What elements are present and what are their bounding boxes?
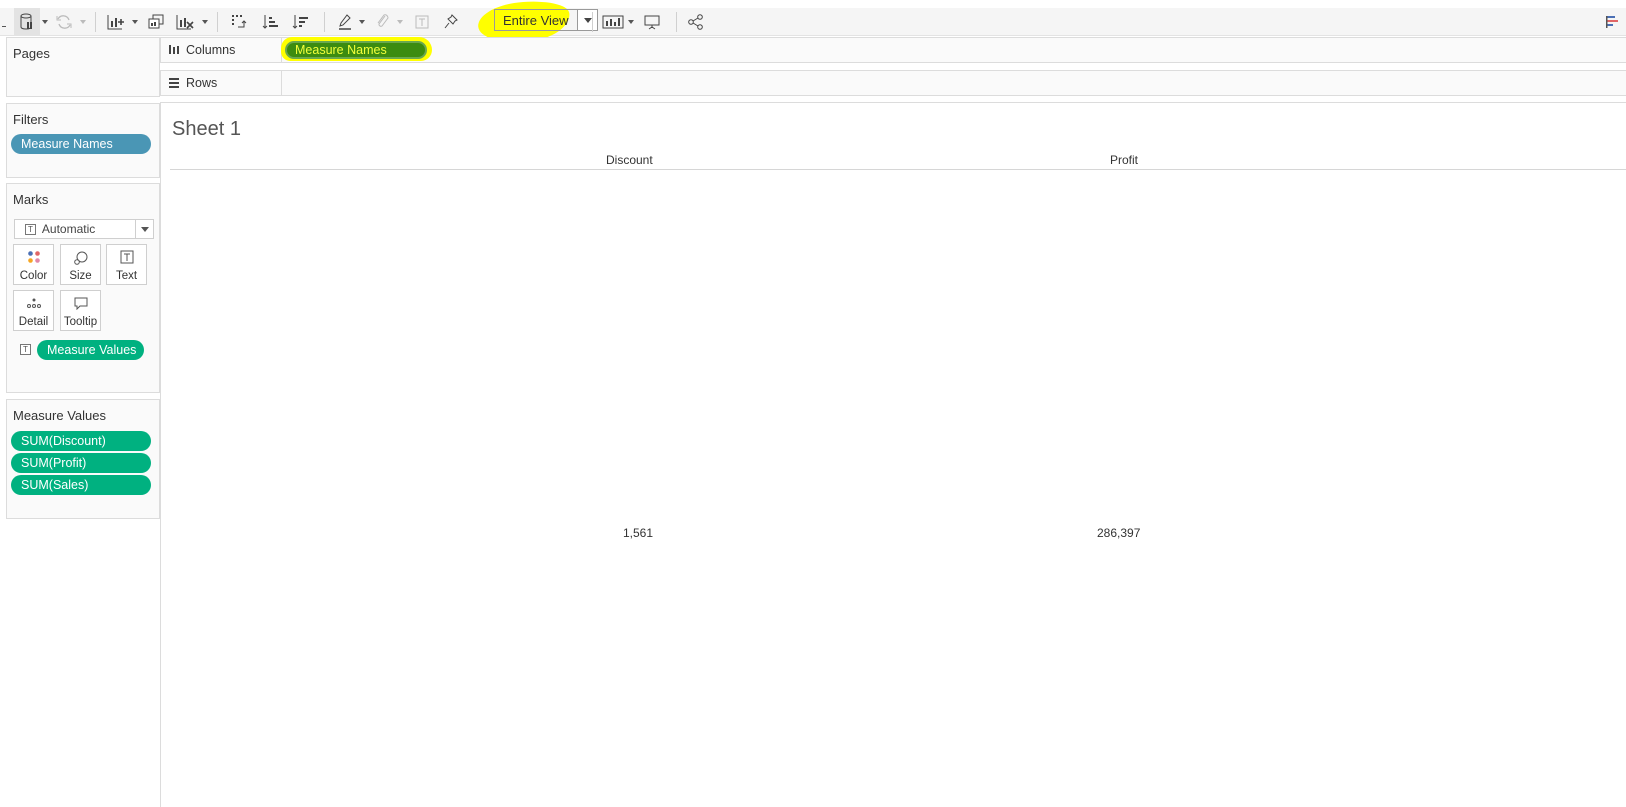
marks-text-label: Text	[115, 270, 138, 282]
rows-shelf[interactable]: Rows	[160, 70, 1626, 96]
group-icon[interactable]	[371, 8, 393, 36]
marks-tooltip-label: Tooltip	[63, 316, 98, 328]
marks-tooltip-button[interactable]: Tooltip	[60, 290, 101, 331]
marks-color-button[interactable]: Color	[13, 244, 54, 285]
mark-type-label: Automatic	[41, 222, 96, 236]
marks-detail-label: Detail	[18, 316, 49, 328]
text-icon	[107, 250, 146, 266]
refresh-icon[interactable]	[52, 8, 76, 36]
clear-sheet-dropdown-icon[interactable]	[202, 20, 208, 24]
sort-descending-icon[interactable]	[288, 8, 312, 36]
text-mark-icon: T	[25, 223, 36, 235]
toolbar-separator	[676, 12, 677, 32]
group-dropdown-icon[interactable]	[397, 20, 403, 24]
data-source-icon[interactable]	[14, 8, 40, 36]
refresh-dropdown-icon[interactable]	[80, 20, 86, 24]
clear-sheet-icon[interactable]	[173, 8, 197, 36]
marks-card: Marks T Automatic Color Size Text Detail…	[6, 183, 160, 393]
column-header-profit[interactable]: Profit	[1110, 153, 1138, 167]
sort-ascending-icon[interactable]	[258, 8, 282, 36]
pages-title: Pages	[13, 46, 50, 61]
toolbar-separator	[592, 12, 593, 32]
rows-shelf-label-area: Rows	[161, 71, 282, 95]
columns-shelf-label: Columns	[186, 43, 236, 57]
toolbar: Entire View	[0, 0, 1626, 47]
marks-size-label: Size	[69, 270, 92, 282]
cell-value-discount[interactable]: 1,561	[623, 526, 653, 540]
new-worksheet-icon[interactable]	[104, 8, 128, 36]
marks-title: Marks	[13, 192, 49, 207]
measure-values-card: Measure Values SUM(Discount) SUM(Profit)…	[6, 399, 160, 519]
marks-detail-button[interactable]: Detail	[13, 290, 54, 331]
duplicate-sheet-icon[interactable]	[144, 8, 168, 36]
marks-size-button[interactable]: Size	[60, 244, 101, 285]
sheet-title[interactable]: Sheet 1	[172, 118, 241, 141]
highlight-dropdown-icon[interactable]	[359, 20, 365, 24]
toolbar-separator	[217, 12, 218, 32]
mark-type-dropdown[interactable]: T Automatic	[14, 219, 154, 239]
swap-icon[interactable]	[226, 8, 250, 36]
show-me-icon[interactable]	[600, 8, 626, 36]
text-encoding-icon: T	[20, 344, 31, 355]
show-me-panel-icon[interactable]	[1602, 8, 1622, 36]
marks-field-pill-measure-values[interactable]: Measure Values	[37, 340, 144, 360]
data-source-dropdown-icon[interactable]	[42, 20, 48, 24]
cell-value-profit[interactable]: 286,397	[1097, 526, 1140, 540]
new-worksheet-dropdown-icon[interactable]	[132, 20, 138, 24]
chevron-down-icon[interactable]	[135, 220, 153, 238]
filters-title: Filters	[13, 112, 49, 127]
share-icon[interactable]	[684, 8, 708, 36]
measure-pill-sum-discount[interactable]: SUM(Discount)	[11, 431, 151, 451]
size-icon	[61, 250, 100, 266]
columns-pill-measure-names[interactable]: Measure Names	[285, 41, 427, 59]
columns-icon	[168, 44, 180, 58]
pin-icon[interactable]	[440, 8, 462, 36]
detail-icon	[14, 296, 53, 312]
filters-card[interactable]: Filters Measure Names	[6, 103, 160, 178]
show-me-dropdown-icon[interactable]	[628, 20, 634, 24]
marks-color-label: Color	[19, 270, 48, 282]
sheet-view[interactable]: Sheet 1 Discount Profit 1,561 286,397	[160, 102, 1626, 807]
chevron-down-icon[interactable]	[577, 10, 597, 30]
measure-pill-sum-profit[interactable]: SUM(Profit)	[11, 453, 151, 473]
measure-values-title: Measure Values	[13, 408, 106, 423]
filter-pill-measure-names[interactable]: Measure Names	[11, 134, 151, 154]
header-divider	[170, 169, 1626, 170]
toolbar-separator	[324, 12, 325, 32]
tooltip-icon	[61, 296, 100, 312]
presentation-icon[interactable]	[640, 8, 664, 36]
rows-shelf-label: Rows	[186, 76, 218, 90]
fit-dropdown-label: Entire View	[503, 12, 569, 28]
color-icon	[14, 250, 53, 266]
toolbar-edge-dash	[0, 8, 8, 36]
marks-text-button[interactable]: Text	[106, 244, 147, 285]
toolbar-separator	[95, 12, 96, 32]
tableau-workspace: Entire View Pages Filters Measure Names …	[0, 0, 1626, 807]
rows-icon	[168, 77, 180, 91]
highlight-icon[interactable]	[334, 8, 356, 36]
measure-pill-sum-sales[interactable]: SUM(Sales)	[11, 475, 151, 495]
fit-dropdown[interactable]: Entire View	[494, 9, 598, 31]
pages-card[interactable]: Pages	[6, 37, 160, 97]
column-header-discount[interactable]: Discount	[606, 153, 653, 167]
columns-shelf-label-area: Columns	[161, 38, 282, 62]
label-icon[interactable]	[411, 8, 433, 36]
